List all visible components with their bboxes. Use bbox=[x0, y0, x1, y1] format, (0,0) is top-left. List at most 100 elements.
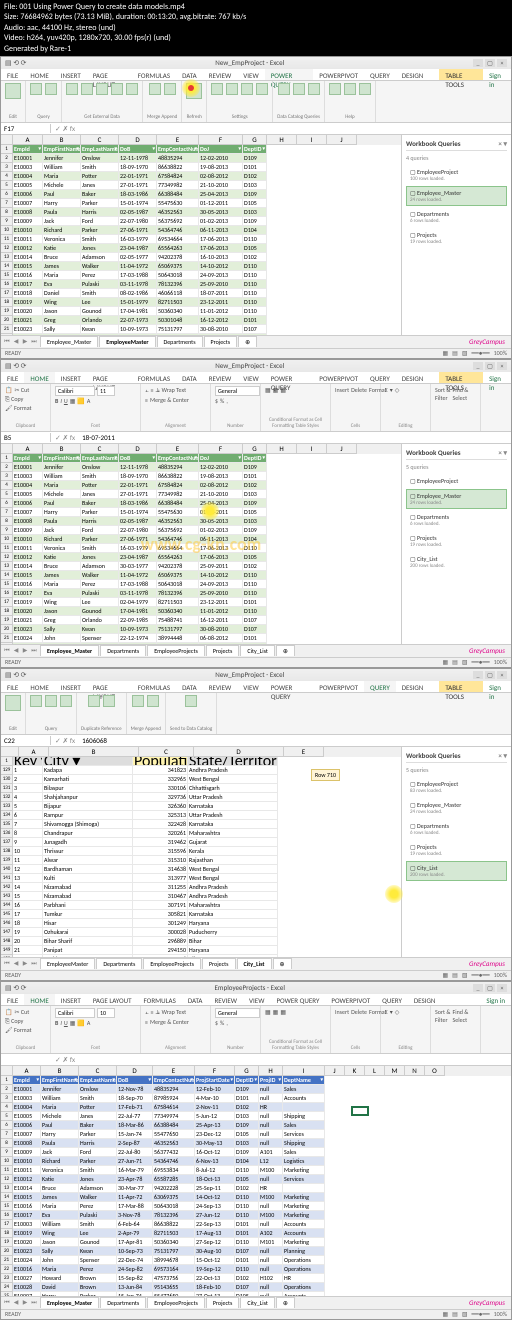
cell[interactable]: Chhattisgarh bbox=[188, 784, 278, 793]
cell[interactable]: Parker bbox=[81, 535, 119, 544]
cell[interactable]: Onslow bbox=[81, 154, 119, 163]
view-normal-button[interactable]: ▦ bbox=[442, 1310, 448, 1318]
tab-design[interactable]: DESIGN bbox=[396, 69, 430, 80]
search-icon[interactable] bbox=[278, 83, 290, 95]
cell[interactable]: 56375692 bbox=[157, 526, 199, 535]
cell[interactable]: Ford bbox=[79, 1148, 117, 1157]
col-header-A[interactable]: A bbox=[19, 747, 49, 757]
cell[interactable]: Smith bbox=[81, 289, 119, 298]
tab-data[interactable]: DATA bbox=[176, 69, 203, 80]
cell[interactable]: 315310 bbox=[133, 856, 188, 865]
cell[interactable]: Kwan bbox=[79, 1247, 117, 1256]
cell[interactable]: 94202378 bbox=[157, 562, 199, 571]
cell[interactable]: Paul bbox=[43, 499, 81, 508]
cell[interactable]: Jones bbox=[79, 1175, 117, 1184]
cell[interactable]: Adamson bbox=[81, 562, 119, 571]
cell[interactable]: Brown bbox=[79, 1283, 117, 1292]
cell[interactable]: E10003 bbox=[13, 1094, 41, 1103]
cell[interactable]: 75131797 bbox=[157, 625, 199, 634]
format-table-button[interactable]: ▦ bbox=[273, 386, 279, 394]
cell[interactable]: Harris bbox=[79, 1139, 117, 1148]
cell[interactable]: 82711503 bbox=[157, 598, 199, 607]
cell[interactable]: null bbox=[259, 1094, 283, 1103]
cell[interactable]: 82711503 bbox=[157, 298, 199, 307]
cut-button[interactable]: ✂ Cut bbox=[14, 386, 29, 394]
cell[interactable]: 20 bbox=[13, 937, 43, 946]
cell[interactable]: 14-Oct-12 bbox=[195, 1193, 235, 1202]
cell[interactable]: D107 bbox=[243, 616, 267, 625]
cell[interactable]: 341823 bbox=[133, 766, 188, 775]
cell[interactable]: Baker bbox=[79, 1121, 117, 1130]
cell[interactable]: Jennifer bbox=[41, 1085, 79, 1094]
cell[interactable]: Jones bbox=[81, 244, 119, 253]
cell[interactable]: null bbox=[259, 1112, 283, 1121]
cell[interactable]: West Bengal bbox=[188, 874, 278, 883]
cell[interactable]: Harris bbox=[81, 517, 119, 526]
cell[interactable]: Parker bbox=[81, 199, 119, 208]
table-header-deptid[interactable]: DeptID bbox=[243, 145, 267, 154]
cell[interactable]: Kamarhati bbox=[43, 775, 133, 784]
cell[interactable]: 22-12-1974 bbox=[119, 334, 157, 335]
find-select-button[interactable]: Find &Select bbox=[452, 1008, 468, 1024]
cell[interactable]: 12-11-1978 bbox=[119, 154, 157, 163]
cell[interactable]: D107 bbox=[235, 1283, 259, 1292]
cell[interactable]: D110 bbox=[235, 1202, 259, 1211]
view-break-button[interactable]: ▧ bbox=[462, 349, 468, 357]
cell[interactable]: 46352563 bbox=[153, 1139, 195, 1148]
zoom-level[interactable]: 100% bbox=[494, 658, 507, 666]
cut-button[interactable]: ✂ Cut bbox=[14, 1008, 29, 1016]
col-header-J[interactable]: J bbox=[327, 135, 357, 145]
cell[interactable]: 38994448 bbox=[157, 634, 199, 643]
edit-icon[interactable] bbox=[5, 83, 21, 99]
cell[interactable]: E10021 bbox=[13, 616, 43, 625]
view-normal-button[interactable]: ▦ bbox=[442, 658, 448, 666]
tab-power-query[interactable]: POWER QUERY bbox=[265, 681, 314, 692]
restore-button[interactable]: ▢ bbox=[485, 671, 495, 679]
cell[interactable]: 17-03-1988 bbox=[119, 271, 157, 280]
tab-view[interactable]: VIEW bbox=[243, 994, 270, 1005]
cell[interactable]: D109 bbox=[243, 463, 267, 472]
tab-formulas[interactable]: FORMULAS bbox=[132, 681, 176, 692]
cell[interactable]: 11-01-2012 bbox=[199, 307, 243, 316]
cell[interactable]: John bbox=[43, 634, 81, 643]
cell[interactable]: Rajasthan bbox=[188, 856, 278, 865]
cell[interactable]: 65564263 bbox=[157, 553, 199, 562]
cell[interactable]: Michele bbox=[41, 1112, 79, 1121]
send-catalog-icon[interactable] bbox=[185, 695, 197, 707]
cell[interactable]: 313977 bbox=[133, 874, 188, 883]
cell[interactable]: 78132396 bbox=[157, 589, 199, 598]
cell[interactable]: M101 bbox=[259, 1238, 283, 1247]
cell[interactable]: Baker bbox=[81, 190, 119, 199]
cell[interactable]: 67584614 bbox=[153, 1103, 195, 1112]
cell[interactable]: 11-01-2012 bbox=[199, 607, 243, 616]
table-header-dob[interactable]: DoB bbox=[119, 454, 157, 463]
cell[interactable]: 56377432 bbox=[153, 1148, 195, 1157]
sheet-nav-first[interactable]: ⏮ bbox=[3, 646, 11, 655]
cell[interactable]: Veronica bbox=[43, 235, 81, 244]
cell[interactable]: 03-11-1978 bbox=[119, 280, 157, 289]
cell[interactable]: Paul bbox=[43, 190, 81, 199]
cell[interactable]: Walker bbox=[81, 262, 119, 271]
sheet-nav-first[interactable]: ⏮ bbox=[3, 959, 11, 968]
cell[interactable]: 25-Apr-13 bbox=[195, 1121, 235, 1130]
cell[interactable]: 22-07-1980 bbox=[119, 526, 157, 535]
fill-color-button[interactable]: 🟨 bbox=[77, 397, 84, 405]
cell[interactable]: 2-Nov-11 bbox=[195, 1103, 235, 1112]
tab-home[interactable]: HOME bbox=[24, 372, 54, 383]
bold-button[interactable]: B bbox=[55, 397, 58, 405]
cell[interactable]: D109 bbox=[235, 1121, 259, 1130]
col-header-D[interactable]: D bbox=[119, 135, 157, 145]
cell[interactable]: Richard bbox=[41, 1157, 79, 1166]
view-layout-button[interactable]: ▤ bbox=[452, 1310, 458, 1318]
col-header-C[interactable]: C bbox=[139, 747, 194, 757]
minimize-button[interactable]: _ bbox=[473, 362, 483, 370]
cell[interactable]: William bbox=[43, 472, 81, 481]
col-header-G[interactable]: G bbox=[235, 1066, 259, 1076]
cell[interactable]: D102 bbox=[243, 253, 267, 262]
cell[interactable]: 15-09-2012 bbox=[199, 643, 243, 644]
cell[interactable]: 5-Jun-12 bbox=[195, 1112, 235, 1121]
sheet-tab-projects[interactable]: Projects bbox=[206, 1297, 240, 1308]
cell[interactable]: 12 bbox=[13, 865, 43, 874]
cell[interactable]: Smith bbox=[81, 544, 119, 553]
duplicate-icon[interactable] bbox=[88, 695, 100, 707]
